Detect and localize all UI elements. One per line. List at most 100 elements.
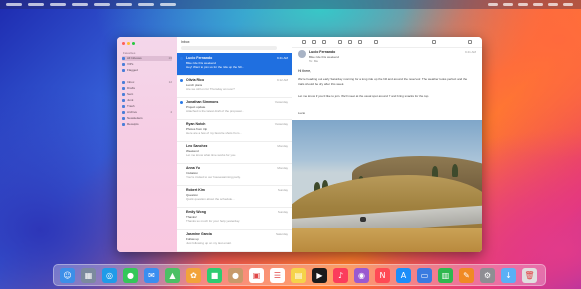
- sidebar-item[interactable]: Junk: [122, 98, 172, 103]
- reader-body-paragraph-2: Let me know if you'd like to join. We'll…: [298, 94, 430, 98]
- message-time: Monday: [277, 166, 288, 170]
- menu-bar[interactable]: [0, 0, 581, 9]
- message-row[interactable]: Anna Yu Monday Invitation You're invited to…: [177, 163, 292, 186]
- message-time: 9:12 AM: [276, 78, 288, 82]
- compose-icon[interactable]: [432, 40, 436, 44]
- window-controls[interactable]: [122, 42, 135, 45]
- message-sender: Lucio Fernando: [186, 56, 213, 60]
- mailbox-icon: [122, 99, 125, 102]
- pages-icon[interactable]: ✎: [459, 268, 474, 283]
- safari-icon[interactable]: ◎: [102, 268, 117, 283]
- message-time: Sunday: [277, 210, 288, 214]
- minimize-window-button[interactable]: [127, 42, 130, 45]
- unread-dot-icon: [180, 57, 183, 60]
- sidebar-item-count: 26: [168, 56, 172, 60]
- message-row[interactable]: Emily Wong Sunday Thanks! Thanks so much fo…: [177, 207, 292, 230]
- message-sender: Anna Yu: [186, 166, 200, 170]
- message-row[interactable]: Lucio Fernando 9:41 AM Bike ride this week…: [177, 53, 292, 76]
- message-row[interactable]: Leo Sanchez Monday Weekend Let me know what…: [177, 141, 292, 164]
- message-preview: Quick question about the schedule...: [186, 197, 235, 201]
- close-window-button[interactable]: [122, 42, 125, 45]
- forward-icon[interactable]: [358, 40, 362, 44]
- sidebar-item[interactable]: Inbox 12: [122, 80, 172, 85]
- message-sender: Emily Wong: [186, 210, 206, 214]
- sidebar-item-label: Drafts: [127, 86, 136, 90]
- mailbox-icon: [122, 81, 125, 84]
- search-icon[interactable]: [468, 40, 472, 44]
- sidebar-item-label: Junk: [127, 98, 134, 102]
- message-time: Saturday: [275, 232, 288, 236]
- numbers-icon[interactable]: ▥: [438, 268, 453, 283]
- mailbox-icon: [122, 105, 125, 108]
- message-preview: Attached is the latest draft of the prop…: [186, 109, 244, 113]
- mail-icon[interactable]: ✉: [144, 268, 159, 283]
- flag-icon[interactable]: [374, 40, 378, 44]
- message-time: Yesterday: [274, 122, 288, 126]
- sidebar-section-favorites: Favorites: [123, 51, 136, 55]
- mailbox-icon: [122, 93, 125, 96]
- mailbox-icon: [122, 117, 125, 120]
- photos-icon[interactable]: ✿: [186, 268, 201, 283]
- reader-date: 9:41 AM: [464, 50, 476, 54]
- launchpad-icon[interactable]: ▦: [81, 268, 96, 283]
- message-list-title: Inbox: [181, 40, 190, 44]
- search-input[interactable]: [181, 46, 277, 50]
- trash-icon[interactable]: [312, 40, 316, 44]
- sidebar-item-label: Receipts: [127, 122, 139, 126]
- reader-sender: Lucio Fernando: [309, 50, 336, 54]
- message-time: Sunday: [277, 188, 288, 192]
- message-row[interactable]: Ryan Notch Yesterday Photos from trip Here …: [177, 119, 292, 142]
- desktop-wallpaper: Favorites All Inboxes 26 VIPs Flagged Inbox 1…: [0, 0, 581, 289]
- downloads-icon[interactable]: ↓: [501, 268, 516, 283]
- message-list: Inbox Lucio Fernando 9:41 AM Bike ride thi…: [177, 37, 293, 252]
- reply-icon[interactable]: [338, 40, 342, 44]
- tv-icon[interactable]: ▶: [312, 268, 327, 283]
- contacts-icon[interactable]: ●: [228, 268, 243, 283]
- finder-icon[interactable]: ☺: [60, 268, 75, 283]
- calendar-icon[interactable]: ▣: [249, 268, 264, 283]
- sender-avatar: [298, 50, 306, 58]
- message-row[interactable]: Jonathan Simmons Yesterday Project update A…: [177, 97, 292, 120]
- attached-photo[interactable]: [292, 120, 482, 252]
- reader-body-paragraph-1: We're heading out early Saturday morning…: [298, 77, 468, 86]
- trash-icon[interactable]: 🗑: [522, 268, 537, 283]
- sidebar-item[interactable]: Archive 4: [122, 110, 172, 115]
- mailbox-icon: [122, 63, 125, 66]
- keynote-icon[interactable]: ▭: [417, 268, 432, 283]
- message-preview: Just following up on my last email.: [186, 241, 232, 245]
- sidebar-item[interactable]: Trash: [122, 104, 172, 109]
- news-icon[interactable]: N: [375, 268, 390, 283]
- mailbox-icon: [122, 69, 125, 72]
- reminders-icon[interactable]: ☰: [270, 268, 285, 283]
- sidebar-item[interactable]: All Inboxes 26: [122, 56, 172, 61]
- sidebar-item[interactable]: Flagged: [122, 68, 172, 73]
- messages-icon[interactable]: ●: [123, 268, 138, 283]
- system-preferences-icon[interactable]: ⚙: [480, 268, 495, 283]
- message-sender: Jonathan Simmons: [186, 100, 219, 104]
- sidebar-item-label: All Inboxes: [127, 56, 142, 60]
- sidebar-item[interactable]: Drafts: [122, 86, 172, 91]
- podcasts-icon[interactable]: ◉: [354, 268, 369, 283]
- notes-icon[interactable]: ▤: [291, 268, 306, 283]
- app-store-icon[interactable]: A: [396, 268, 411, 283]
- message-preview: Are we still on for Thursday at noon?: [186, 87, 235, 91]
- sidebar-item[interactable]: Newsletters: [122, 116, 172, 121]
- sidebar-item-label: Archive: [127, 110, 138, 114]
- facetime-icon[interactable]: ■: [207, 268, 222, 283]
- message-time: Yesterday: [274, 100, 288, 104]
- zoom-window-button[interactable]: [132, 42, 135, 45]
- sidebar-item[interactable]: Sent: [122, 92, 172, 97]
- mail-sidebar: Favorites All Inboxes 26 VIPs Flagged Inbox 1…: [117, 37, 177, 252]
- message-row[interactable]: Olivia Rico 9:12 AM Lunch plans Are we stil…: [177, 75, 292, 98]
- message-reader: Lucio Fernando Bike ride this weekend To…: [292, 37, 482, 252]
- music-icon[interactable]: ♪: [333, 268, 348, 283]
- maps-icon[interactable]: ▲: [165, 268, 180, 283]
- message-row[interactable]: Jasmine Garcia Saturday Follow up Just foll…: [177, 229, 292, 252]
- sidebar-item[interactable]: VIPs: [122, 62, 172, 67]
- junk-icon[interactable]: [322, 40, 326, 44]
- sidebar-item[interactable]: Receipts: [122, 122, 172, 127]
- message-row[interactable]: Robert Kim Sunday Question Quick question a…: [177, 185, 292, 208]
- reader-toolbar: [292, 37, 482, 48]
- archive-icon[interactable]: [302, 40, 306, 44]
- reply-all-icon[interactable]: [348, 40, 352, 44]
